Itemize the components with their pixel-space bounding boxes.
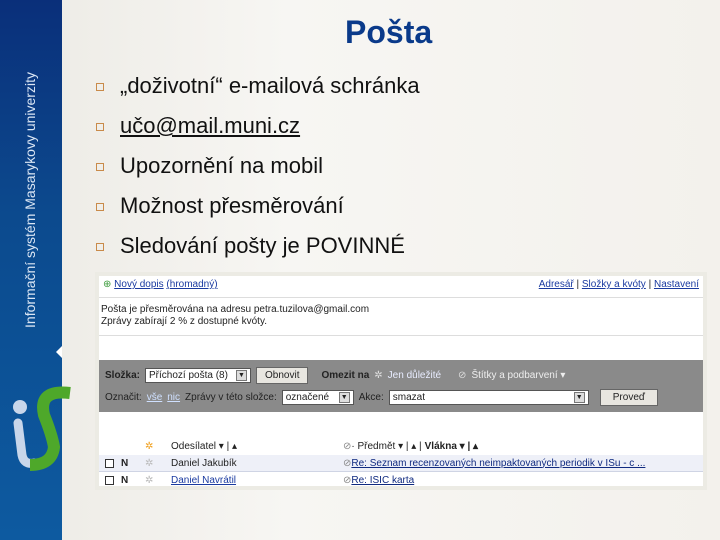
folder-select[interactable]: Příchozí pošta (8) ▼ <box>145 367 252 383</box>
labels-menu[interactable]: Štítky a podbarvení ▾ <box>471 370 565 381</box>
messages-label: Zprávy v této složce: <box>185 391 277 403</box>
bullet-item: „doživotní“ e-mailová schránka <box>96 66 420 106</box>
message-list: ✲ Odesílatel ▾ | ▴ ⊘ · Předmět ▾ | ▴ | V… <box>99 412 703 486</box>
bullet-icon <box>96 163 104 171</box>
threads-column-header[interactable]: Vlákna ▾ | ▴ <box>425 441 478 452</box>
row-checkbox[interactable] <box>105 458 114 468</box>
address-book-link[interactable]: Adresář <box>539 279 574 290</box>
bullet-item: Možnost přesměrování <box>96 186 420 226</box>
important-filter[interactable]: Jen důležité <box>388 370 441 381</box>
tag-icon: ⊘ <box>458 369 467 381</box>
page-title: Pošta <box>345 14 433 50</box>
sender: Daniel Jakubík <box>171 457 237 469</box>
table-row[interactable]: N ✲ Daniel Navrátil ⊘ Re: ISIC karta <box>99 472 703 486</box>
row-checkbox[interactable] <box>105 475 114 485</box>
star-icon[interactable]: ✲ <box>145 458 171 469</box>
mark-none-link[interactable]: nic <box>167 392 180 403</box>
subject-link[interactable]: Re: ISIC karta <box>351 475 414 486</box>
messages-value: označené <box>285 391 330 403</box>
new-flag: N <box>121 457 129 469</box>
folder-label: Složka: <box>105 369 141 381</box>
folders-link[interactable]: Složky a kvóty <box>582 279 646 290</box>
messages-select[interactable]: označené ▼ <box>281 389 354 405</box>
attachment-icon: ⊘ <box>343 441 352 452</box>
chevron-down-icon: ▼ <box>338 391 350 403</box>
chevron-down-icon: ▼ <box>236 369 248 381</box>
mail-top-bar: ⊕ Nový dopis (hromadný) Adresář | Složky… <box>99 276 703 298</box>
attachment-icon: ⊘ <box>343 457 352 469</box>
bullet-icon <box>96 83 104 91</box>
plus-icon: ⊕ <box>103 279 112 290</box>
mail-info: Pošta je přesměrována na adresu petra.tu… <box>99 298 703 336</box>
action-value: smazat <box>392 391 425 403</box>
forward-info: Pošta je přesměrována na adresu petra.tu… <box>101 304 370 315</box>
email-link[interactable]: učo@mail.muni.cz <box>120 113 300 139</box>
star-icon: ✲ <box>145 441 154 452</box>
do-button[interactable]: Proveď <box>599 388 659 406</box>
bullet-item: učo@mail.muni.cz <box>96 106 420 146</box>
new-message-link[interactable]: Nový dopis <box>114 279 163 290</box>
mail-toolbar: Složka: Příchozí pošta (8) ▼ Obnovit Omez… <box>99 360 703 412</box>
settings-link[interactable]: Nastavení <box>654 279 699 290</box>
bullet-icon <box>96 203 104 211</box>
attachment-icon: ⊘ <box>343 474 352 486</box>
new-flag: N <box>121 474 129 486</box>
bullet-text: Upozornění na mobil <box>120 153 324 178</box>
refresh-button[interactable]: Obnovit <box>256 366 309 384</box>
star-icon[interactable]: ✲ <box>145 475 171 486</box>
action-select[interactable]: smazat ▼ <box>388 389 589 405</box>
bullet-text: „doživotní“ e-mailová schránka <box>120 73 420 98</box>
bullet-text: Sledování pošty je POVINNÉ <box>120 233 405 258</box>
subject-link[interactable]: Re: Seznam recenzovaných neimpaktovaných… <box>351 458 645 469</box>
bulk-message-link[interactable]: (hromadný) <box>166 279 217 290</box>
folder-value: Příchozí pošta (8) <box>149 369 228 381</box>
chevron-down-icon: ▼ <box>573 391 585 403</box>
list-header: ✲ Odesílatel ▾ | ▴ ⊘ · Předmět ▾ | ▴ | V… <box>99 438 703 455</box>
bullet-text: Možnost přesměrování <box>120 193 344 218</box>
subject-column-header[interactable]: · Předmět ▾ | ▴ | <box>351 441 421 452</box>
table-row[interactable]: N ✲ Daniel Jakubík ⊘ Re: Seznam recenzov… <box>99 455 703 472</box>
notch <box>56 346 62 358</box>
mark-label: Označit: <box>105 391 142 403</box>
bullet-icon <box>96 243 104 251</box>
sidebar: Informační systém Masarykovy univerzity <box>0 0 71 540</box>
bullet-item: Sledování pošty je POVINNÉ <box>96 226 420 266</box>
bullet-list: „doživotní“ e-mailová schránka učo@mail.… <box>96 66 420 266</box>
quota-info: Zprávy zabírají 2 % z dostupné kvóty. <box>101 316 268 327</box>
bullet-item: Upozornění na mobil <box>96 146 420 186</box>
limit-label: Omezit na <box>321 369 370 381</box>
is-logo-icon <box>13 386 71 471</box>
sender-column-header[interactable]: Odesílatel ▾ | ▴ <box>171 441 343 452</box>
sidebar-title: Informační systém Masarykovy univerzity <box>22 72 38 328</box>
mail-screenshot: ⊕ Nový dopis (hromadný) Adresář | Složky… <box>95 272 707 490</box>
sender[interactable]: Daniel Navrátil <box>171 475 343 486</box>
important-icon: ✲ <box>374 369 383 381</box>
action-label: Akce: <box>358 391 384 403</box>
mark-all-link[interactable]: vše <box>147 392 163 403</box>
bullet-icon <box>96 123 104 131</box>
